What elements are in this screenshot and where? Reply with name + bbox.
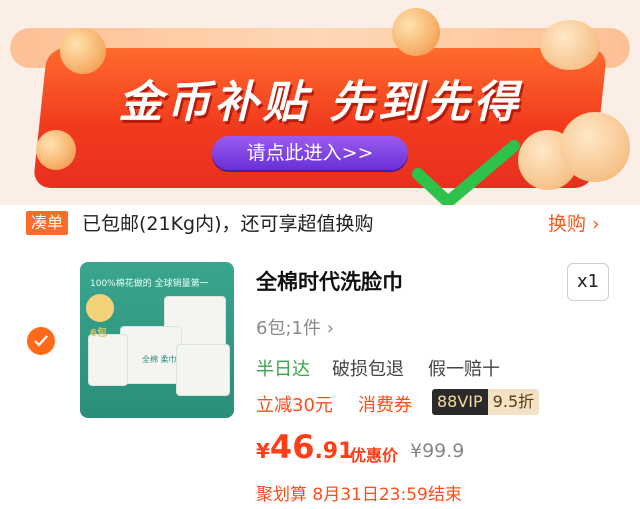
checkmark-icon: [412, 140, 520, 205]
tissue-pack: [176, 344, 230, 396]
price-decimal: .91: [314, 439, 354, 464]
check-icon: [34, 335, 48, 347]
original-price: ¥99.9: [410, 440, 465, 462]
price-symbol: ¥: [256, 439, 270, 463]
quantity-button[interactable]: x1: [567, 263, 609, 301]
price-label: 优惠价: [350, 446, 399, 465]
pack-label: 全棉 柔巾: [142, 355, 177, 364]
service-fake-compensation: 假一赔十: [428, 359, 500, 380]
promo-banner[interactable]: 金币补贴 先到先得 请点此进入>>: [0, 0, 640, 205]
shipping-info: 已包邮(21Kg内)，还可享超值换购: [82, 213, 374, 235]
deal-countdown: 聚划算 8月31日23:59结束: [256, 485, 462, 505]
service-damage-return: 破损包退: [332, 359, 404, 380]
vip-label: 88VIP: [432, 389, 488, 415]
swap-purchase-link[interactable]: 换购 ›: [548, 209, 600, 236]
pack-count-badge: 6包: [90, 328, 107, 339]
item-select-checkbox[interactable]: [27, 327, 55, 355]
product-image-caption: 100%棉花做的 全球销量第一: [90, 279, 209, 289]
price-integer: 46: [269, 428, 315, 466]
award-badge: [86, 294, 114, 322]
product-spec-selector[interactable]: 6包;1件 ›: [256, 314, 334, 340]
banner-title: 金币补贴 先到先得: [118, 77, 522, 128]
cloud-decoration: [540, 20, 600, 70]
tissue-pack: [88, 334, 128, 386]
product-image[interactable]: 100%棉花做的 全球销量第一 全棉 柔巾 6包: [80, 262, 234, 418]
service-half-day-delivery: 半日达: [256, 359, 310, 380]
product-title[interactable]: 全棉时代洗脸巾: [256, 266, 403, 296]
vip-discount-badge: 88VIP 9.5折: [432, 389, 540, 415]
promo-discount: 立减30元: [256, 395, 333, 416]
coin-icon: [36, 130, 76, 170]
enter-button[interactable]: 请点此进入>>: [212, 136, 408, 170]
current-price: ¥46.91: [256, 428, 353, 466]
vip-discount: 9.5折: [487, 389, 540, 415]
bundle-tag: 凑单: [26, 211, 69, 235]
promo-coupon: 消费券: [358, 395, 412, 416]
coin-icon: [392, 8, 440, 56]
